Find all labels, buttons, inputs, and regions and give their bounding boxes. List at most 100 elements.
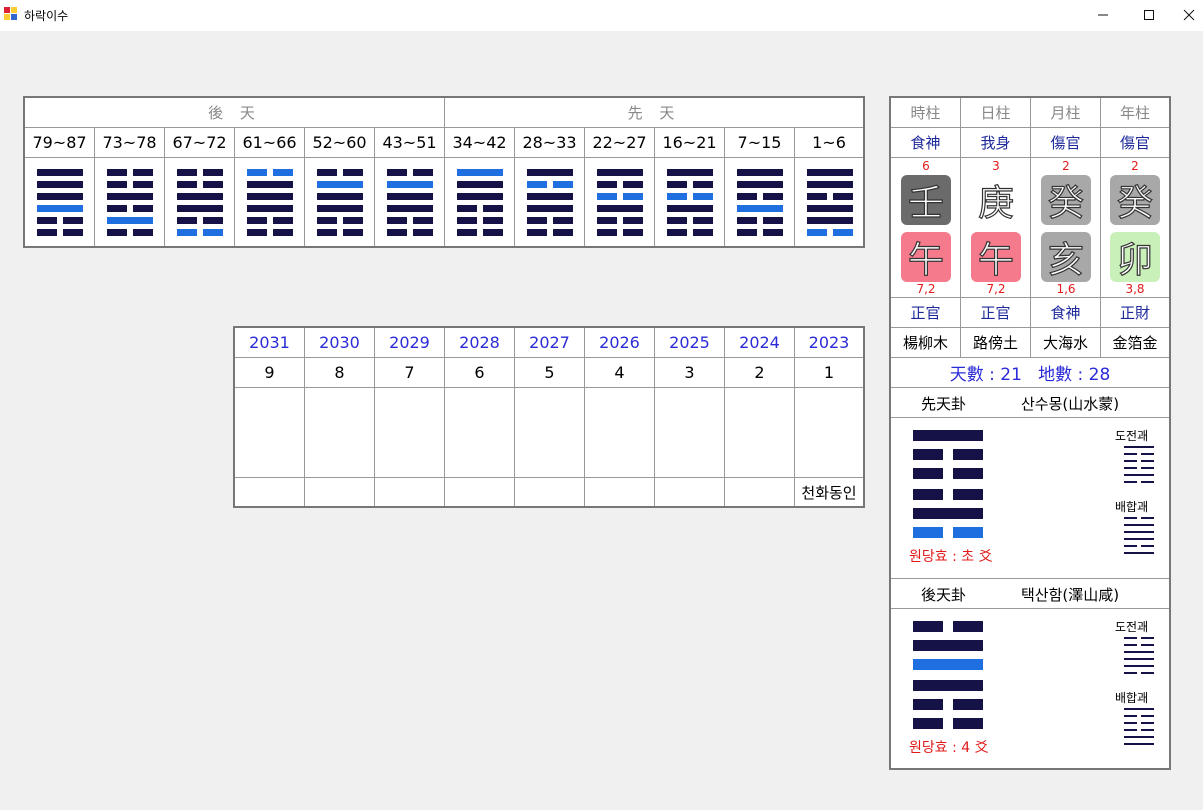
yin-line	[133, 181, 153, 188]
yin-line	[763, 217, 783, 224]
year-note-cell	[235, 478, 305, 506]
yin-line	[177, 169, 197, 176]
year-note-cell	[515, 478, 585, 506]
pillar-bottom-number: 7,2	[986, 282, 1006, 296]
year-cell: 2029	[375, 328, 445, 358]
yang-line	[807, 205, 853, 212]
pillar-top-number: 6	[922, 159, 930, 173]
yang-line	[1124, 658, 1154, 660]
yang-line	[913, 680, 983, 691]
yin-line	[413, 217, 433, 224]
yin-line	[63, 229, 83, 236]
pillar-nayin: 楊柳木	[891, 328, 961, 358]
pillar-nayin: 金箔金	[1101, 328, 1169, 358]
yin-line	[763, 193, 783, 200]
yin-line	[527, 181, 547, 188]
houtian-note: 원당효 : 4 爻	[909, 740, 989, 756]
yin-line	[107, 169, 127, 176]
year-blank-cell	[305, 388, 375, 478]
yang-line	[913, 659, 983, 670]
yin-line	[833, 193, 853, 200]
yin-line	[273, 229, 293, 236]
yin-line	[387, 169, 407, 176]
earthly-branch: 亥	[1041, 232, 1091, 282]
yang-line	[667, 169, 713, 176]
yin-line	[247, 229, 267, 236]
year-note-cell	[585, 478, 655, 506]
yang-line	[247, 193, 293, 200]
yin-line	[953, 718, 983, 729]
yearly-table: 2031 9 2030 8 2029 7 2028 6 2027 5 2026 4 2025 3 2024 2…	[233, 326, 865, 508]
yin-line	[913, 468, 943, 479]
yin-line	[413, 229, 433, 236]
pillar-header: 年柱	[1101, 98, 1169, 128]
yin-line	[247, 217, 267, 224]
age-range-cell: 22~27	[585, 128, 655, 158]
yin-line	[1124, 545, 1137, 547]
xiantian-header: 先 天	[445, 98, 863, 128]
minimize-icon	[1098, 14, 1108, 16]
pillar-top-relation: 我身	[961, 128, 1031, 158]
yin-line	[247, 169, 267, 176]
yin-line	[667, 217, 687, 224]
yang-line	[807, 181, 853, 188]
year-cell: 2027	[515, 328, 585, 358]
age-range-cell: 73~78	[95, 128, 165, 158]
yin-line	[203, 181, 223, 188]
hexagram-cell	[305, 158, 375, 246]
yin-line	[693, 217, 713, 224]
yang-line	[913, 508, 983, 519]
earthly-branch: 午	[971, 232, 1021, 282]
year-note-cell	[655, 478, 725, 506]
yin-line	[597, 229, 617, 236]
yin-line	[273, 217, 293, 224]
yin-line	[807, 229, 827, 236]
pillar-header: 月柱	[1031, 98, 1101, 128]
hexagram-cell	[235, 158, 305, 246]
pillar-body: 3 庚午 7,2	[961, 158, 1031, 298]
yin-line	[107, 205, 127, 212]
yang-line	[247, 181, 293, 188]
pillar-top-number: 3	[992, 159, 1000, 173]
yin-line	[1124, 672, 1137, 674]
yin-line	[63, 217, 83, 224]
yin-line	[37, 217, 57, 224]
minimize-button[interactable]	[1080, 0, 1126, 31]
yin-line	[387, 217, 407, 224]
sums-row: 天數 : 21 地數 : 28	[891, 358, 1169, 388]
yin-line	[913, 489, 943, 500]
yin-line	[953, 699, 983, 710]
hexagram-cell	[585, 158, 655, 246]
yin-line	[37, 229, 57, 236]
age-range-cell: 16~21	[655, 128, 725, 158]
year-number-cell: 6	[445, 358, 515, 388]
yang-line	[387, 181, 433, 188]
yang-line	[107, 193, 153, 200]
close-button[interactable]	[1166, 0, 1203, 31]
year-blank-cell	[375, 388, 445, 478]
xiantian-box: 도전괘 배합괘 원당효 : 초 爻	[891, 418, 1169, 579]
year-blank-cell	[515, 388, 585, 478]
yin-line	[133, 169, 153, 176]
yin-line	[343, 229, 363, 236]
yin-line	[177, 229, 197, 236]
yin-line	[457, 229, 477, 236]
year-blank-cell	[725, 388, 795, 478]
yang-line	[457, 193, 503, 200]
yin-line	[387, 229, 407, 236]
year-note-cell: 천화동인	[801, 483, 857, 502]
year-note-cell	[725, 478, 795, 506]
yang-line	[913, 640, 983, 651]
age-range-cell: 28~33	[515, 128, 585, 158]
pillar-bottom-number: 7,2	[916, 282, 936, 296]
year-blank-cell	[795, 388, 863, 478]
yin-line	[273, 169, 293, 176]
yin-line	[553, 181, 573, 188]
year-blank-cell	[585, 388, 655, 478]
age-range-cell: 1~6	[795, 128, 863, 158]
yin-line	[1124, 460, 1137, 462]
houtian-label: 後天卦	[921, 586, 967, 604]
yin-line	[1124, 453, 1137, 455]
yang-line	[913, 430, 983, 441]
pillar-header: 日柱	[961, 98, 1031, 128]
